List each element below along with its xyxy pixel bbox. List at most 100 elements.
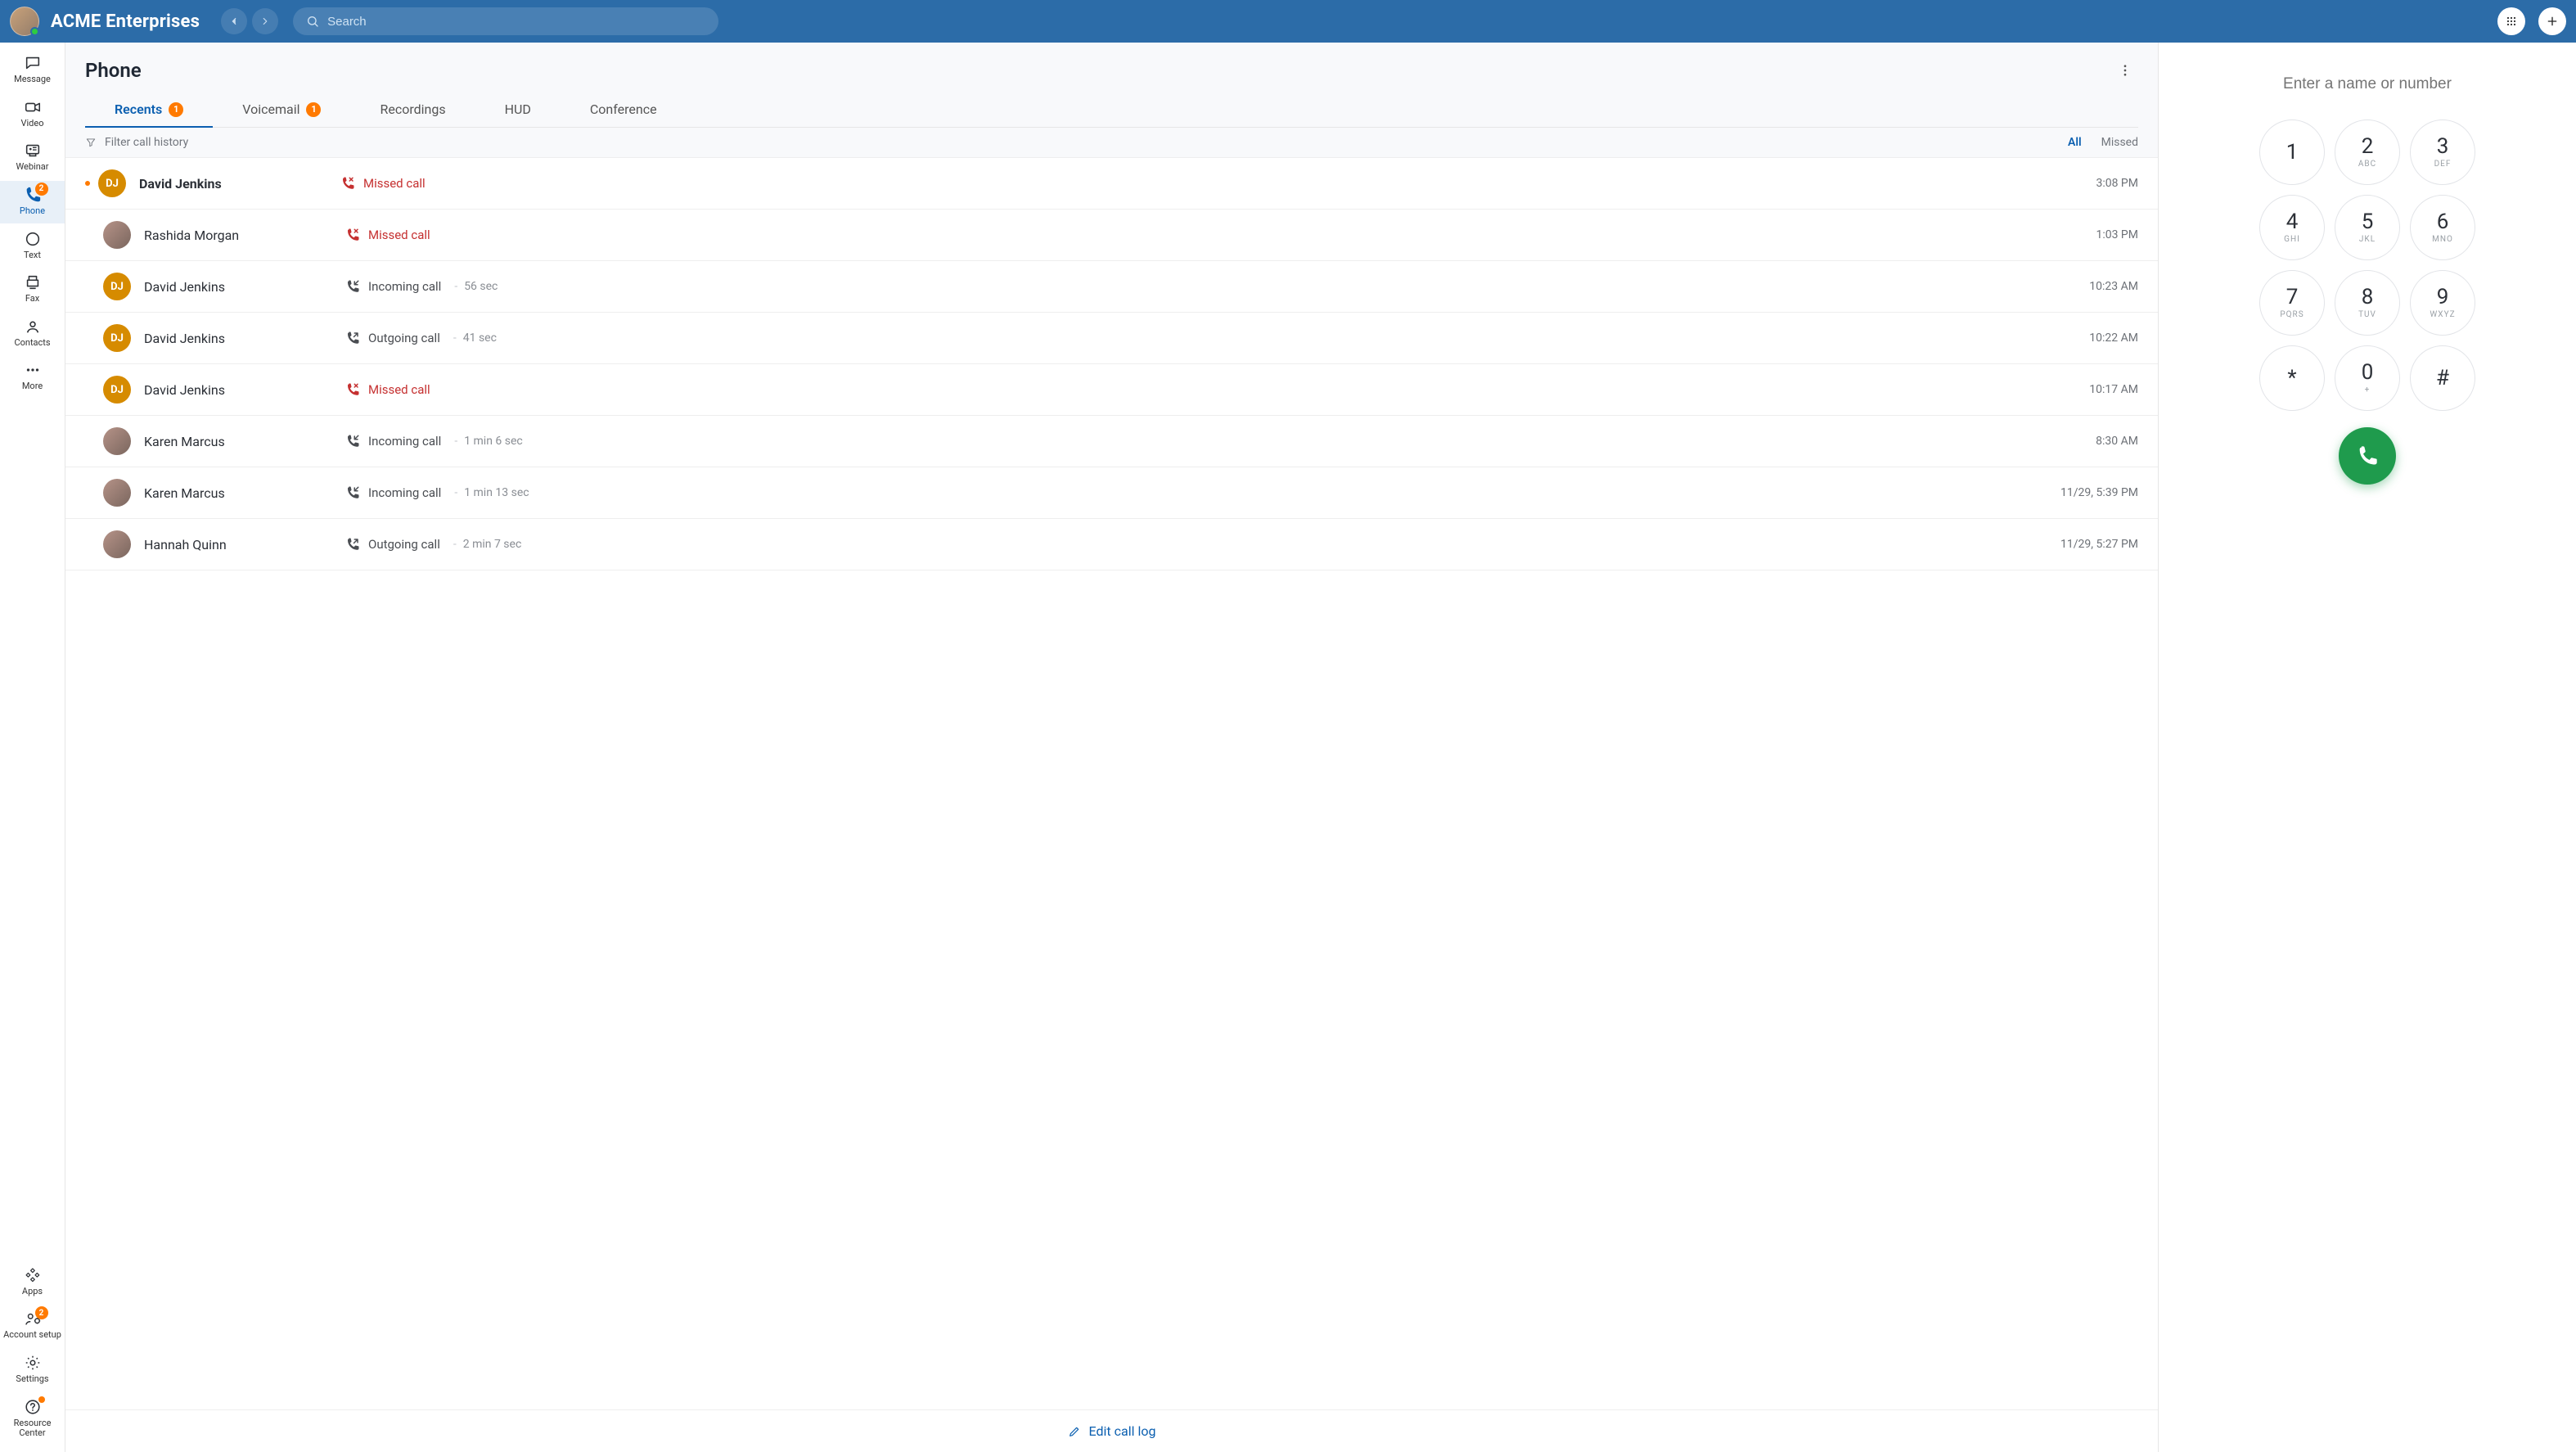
call-duration: 1 min 6 sec [454, 435, 522, 448]
dialpad-digit: 4 [2286, 211, 2299, 232]
call-type: Outgoing call2 min 7 sec [345, 537, 2035, 552]
tab-hud[interactable]: HUD [475, 93, 561, 127]
call-row[interactable]: DJDavid JenkinsIncoming call56 sec10:23 … [65, 261, 2158, 313]
edit-call-log-label: Edit call log [1089, 1423, 1156, 1439]
dialpad-button[interactable] [2497, 7, 2525, 35]
call-timestamp: 11/29, 5:39 PM [2048, 486, 2138, 499]
sidebar-item-webinar[interactable]: Webinar [0, 137, 65, 179]
tab-label: Voicemail [242, 101, 299, 117]
sidebar-item-more[interactable]: More [0, 356, 65, 399]
dialpad-letters: DEF [2434, 160, 2452, 169]
add-button[interactable] [2538, 7, 2566, 35]
call-avatar: DJ [98, 169, 126, 197]
call-type-label: Incoming call [368, 485, 441, 500]
call-timestamp: 3:08 PM [2048, 177, 2138, 190]
dialpad-letters: ABC [2358, 160, 2376, 169]
filter-row: Filter call history All Missed [65, 128, 2158, 158]
dialpad-letters: TUV [2358, 310, 2376, 319]
call-row[interactable]: Karen Marcus Incoming call 1 min 13 sec 11/… [65, 467, 2158, 519]
tab-conference[interactable]: Conference [561, 93, 687, 127]
search-wrap [293, 7, 718, 35]
call-row[interactable]: DJDavid JenkinsMissed call3:08 PM [65, 158, 2158, 210]
dialer-input[interactable] [2220, 75, 2515, 93]
dialpad-key-6[interactable]: 6MNO [2410, 195, 2475, 260]
tab-label: Recordings [380, 101, 445, 117]
webinar-icon [24, 142, 42, 160]
sidebar-item-apps[interactable]: Apps [0, 1261, 65, 1304]
filter-missed[interactable]: Missed [2101, 136, 2138, 149]
dialpad-key-4[interactable]: 4GHI [2259, 195, 2325, 260]
account-setup-icon: 2 [24, 1310, 42, 1328]
dialpad-key-*[interactable]: * [2259, 345, 2325, 411]
dialpad-key-#[interactable]: # [2410, 345, 2475, 411]
call-avatar: DJ [103, 376, 131, 404]
more-icon [24, 361, 42, 379]
sidebar-item-message[interactable]: Message [0, 49, 65, 92]
dialpad-key-9[interactable]: 9WXYZ [2410, 270, 2475, 336]
profile-avatar[interactable] [10, 7, 39, 36]
call-row[interactable]: DJDavid JenkinsOutgoing call41 sec10:22 … [65, 313, 2158, 364]
sidebar-item-video[interactable]: Video [0, 93, 65, 136]
sidebar-item-label: Text [24, 250, 41, 261]
call-row[interactable]: DJDavid JenkinsMissed call10:17 AM [65, 364, 2158, 416]
dialer-panel: 12ABC3DEF 4GHI5JKL6MNO 7PQRS8TUV9WXYZ *0+# [2159, 43, 2576, 1452]
call-duration: 41 sec [453, 331, 497, 345]
call-row[interactable]: Hannah QuinnOutgoing call2 min 7 sec11/2… [65, 519, 2158, 570]
more-menu-button[interactable] [2112, 57, 2138, 83]
dialpad-key-0[interactable]: 0+ [2335, 345, 2400, 411]
edit-bar: Edit call log [65, 1409, 2158, 1452]
badge: 2 [35, 1306, 48, 1319]
sidebar-item-account-setup[interactable]: 2Account setup [0, 1305, 65, 1347]
dialpad-digit: 0 [2362, 362, 2374, 383]
sidebar-item-settings[interactable]: Settings [0, 1349, 65, 1391]
dialpad-key-3[interactable]: 3DEF [2410, 119, 2475, 185]
call-list[interactable]: DJDavid JenkinsMissed call3:08 PMRashida… [65, 158, 2158, 1409]
dialpad-key-2[interactable]: 2ABC [2335, 119, 2400, 185]
call-type: Missed call [345, 382, 2035, 397]
dialpad-key-5[interactable]: 5JKL [2335, 195, 2400, 260]
phone-header: Phone Recents1Voicemail1 Recordings HUDCon… [65, 43, 2158, 128]
call-row[interactable]: Rashida MorganMissed call1:03 PM [65, 210, 2158, 261]
search-icon [306, 15, 319, 28]
call-name: Karen Marcus [144, 485, 332, 501]
search-input[interactable] [327, 15, 705, 29]
call-avatar [103, 530, 131, 558]
filter-call-history-button[interactable]: Filter call history [85, 136, 188, 149]
page-title: Phone [85, 59, 142, 82]
tab-recents[interactable]: Recents1 [85, 93, 213, 127]
sidebar-item-phone[interactable]: 2Phone [0, 181, 65, 223]
tab-recordings[interactable]: Recordings [350, 93, 475, 127]
filter-label: Filter call history [105, 136, 188, 149]
dialpad-letters: JKL [2359, 235, 2376, 244]
sidebar-item-resource-center[interactable]: Resource Center [0, 1393, 65, 1445]
sidebar-bottom-group: Apps2Account setupSettingsResource Cente… [0, 1261, 65, 1445]
incoming-call-icon [345, 279, 360, 294]
call-row[interactable]: Karen MarcusIncoming call1 min 6 sec8:30… [65, 416, 2158, 467]
call-name: Hannah Quinn [144, 537, 332, 552]
main: MessageVideoWebinar2PhoneTextFaxContacts… [0, 43, 2576, 1452]
new-indicator-icon [85, 181, 90, 186]
edit-call-log-button[interactable]: Edit call log [1068, 1423, 1156, 1439]
call-duration: 1 min 13 sec [454, 486, 529, 499]
call-type: Missed call [345, 228, 2035, 242]
resource-center-icon [24, 1398, 42, 1416]
sidebar-item-text[interactable]: Text [0, 225, 65, 268]
call-timestamp: 10:22 AM [2048, 331, 2138, 345]
sidebar-top-group: Message Video Webinar2Phone Text FaxContacts… [0, 49, 65, 399]
call-button[interactable] [2339, 427, 2396, 485]
nav-back-button[interactable] [221, 8, 247, 34]
chevron-left-icon [228, 16, 240, 27]
tab-voicemail[interactable]: Voicemail1 [213, 93, 350, 127]
dialpad-key-1[interactable]: 1 [2259, 119, 2325, 185]
sidebar-item-contacts[interactable]: Contacts [0, 313, 65, 355]
filter-all[interactable]: All [2068, 136, 2082, 149]
call-timestamp: 10:17 AM [2048, 383, 2138, 396]
call-duration: 56 sec [454, 280, 498, 293]
sidebar-item-fax[interactable]: Fax [0, 268, 65, 311]
sidebar-item-label: Video [21, 119, 44, 129]
dialpad-key-8[interactable]: 8TUV [2335, 270, 2400, 336]
call-type-label: Incoming call [368, 279, 441, 294]
search-field[interactable] [293, 7, 718, 35]
nav-forward-button[interactable] [252, 8, 278, 34]
dialpad-key-7[interactable]: 7PQRS [2259, 270, 2325, 336]
